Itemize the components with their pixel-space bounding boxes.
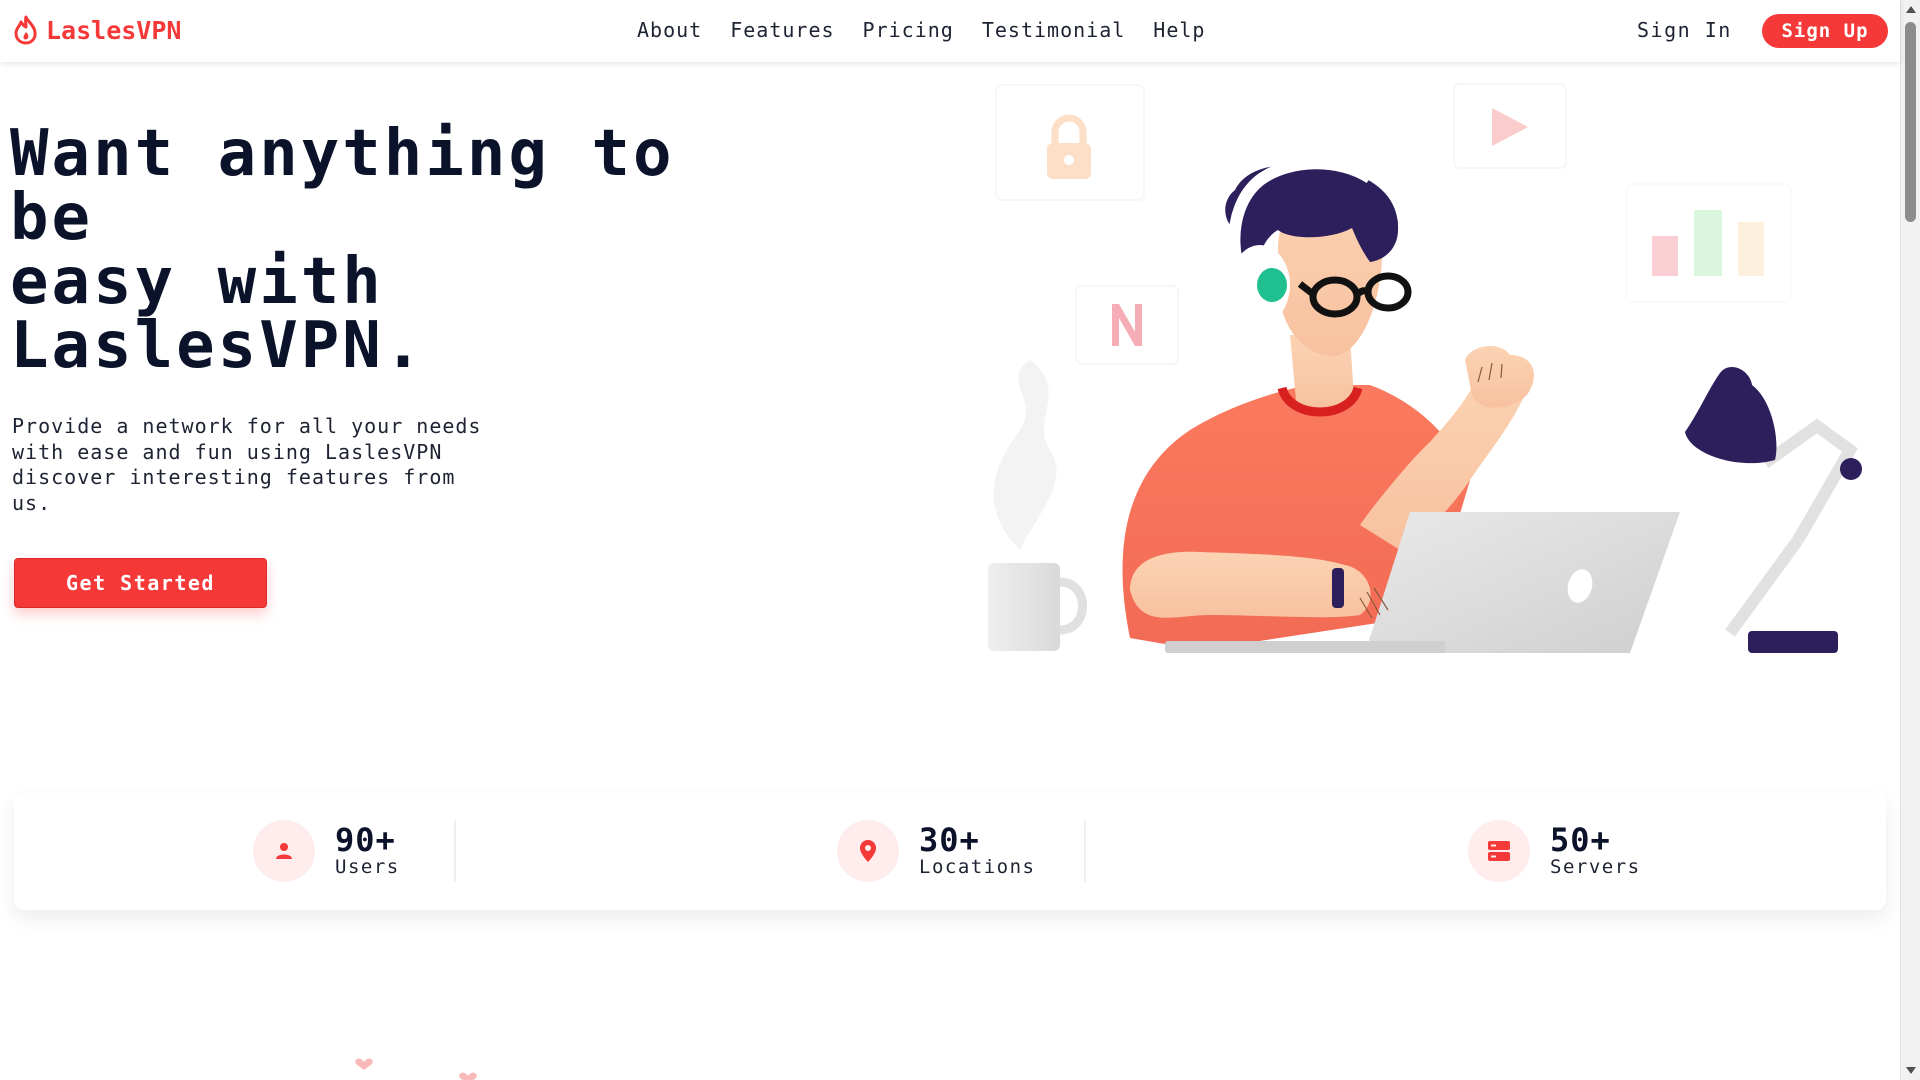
stat-value: 90+ (335, 821, 396, 859)
nav-about[interactable]: About (637, 18, 702, 42)
hero-title-line: be (10, 181, 94, 255)
sign-in-link[interactable]: Sign In (1637, 18, 1732, 42)
stat-servers: 50+ Servers (1468, 820, 1641, 882)
stat-divider (454, 820, 456, 882)
hero-description: Provide a network for all your needs wit… (12, 414, 482, 515)
stat-icon-bg (1468, 820, 1530, 882)
scroll-down-arrow-icon[interactable] (1906, 1067, 1916, 1074)
chart-card (1625, 183, 1792, 303)
navbar: LaslesVPN About Features Pricing Testimo… (0, 0, 1900, 62)
steam (993, 360, 1057, 550)
lock-card (995, 84, 1145, 201)
hero-title: Want anything to be easy with LaslesVPN. (10, 122, 870, 378)
nav-testimonial[interactable]: Testimonial (982, 18, 1125, 42)
brand-name: LaslesVPN (46, 15, 182, 45)
stat-label: Servers (1550, 856, 1641, 878)
stat-label: Locations (919, 856, 1036, 878)
flame-icon (14, 15, 37, 45)
stat-divider (1084, 820, 1086, 882)
stats-card: 90+ Users 30+ Locations 50+ Servers (14, 793, 1886, 910)
stat-icon-bg (253, 820, 315, 882)
scroll-thumb[interactable] (1905, 22, 1916, 222)
vertical-scrollbar[interactable] (1900, 0, 1920, 1080)
netflix-card (1075, 285, 1179, 365)
stat-value: 50+ (1550, 821, 1611, 859)
location-pin-icon (860, 840, 876, 862)
nav-help[interactable]: Help (1153, 18, 1205, 42)
stat-users: 90+ Users (253, 820, 400, 882)
user-icon (276, 843, 292, 859)
hero-title-line: LaslesVPN. (10, 309, 426, 383)
sign-up-button[interactable]: Sign Up (1762, 14, 1888, 48)
hero-title-line: easy with (10, 245, 384, 319)
decorative-hearts (355, 1058, 477, 1080)
stat-label: Users (335, 856, 400, 878)
hero-illustration (988, 83, 1862, 653)
scroll-up-arrow-icon[interactable] (1906, 6, 1916, 13)
get-started-button[interactable]: Get Started (14, 558, 267, 608)
play-card (1453, 83, 1567, 169)
hero-title-line: Want anything to (10, 117, 675, 191)
server-icon (1488, 841, 1510, 861)
mug (988, 563, 1087, 651)
main-nav: About Features Pricing Testimonial Help (637, 18, 1205, 42)
desk-lamp (1685, 366, 1862, 653)
nav-pricing[interactable]: Pricing (863, 18, 954, 42)
stat-icon-bg (837, 820, 899, 882)
stat-locations: 30+ Locations (837, 820, 1035, 882)
brand-logo[interactable]: LaslesVPN (12, 15, 181, 45)
stat-value: 30+ (919, 821, 980, 859)
nav-features[interactable]: Features (730, 18, 834, 42)
